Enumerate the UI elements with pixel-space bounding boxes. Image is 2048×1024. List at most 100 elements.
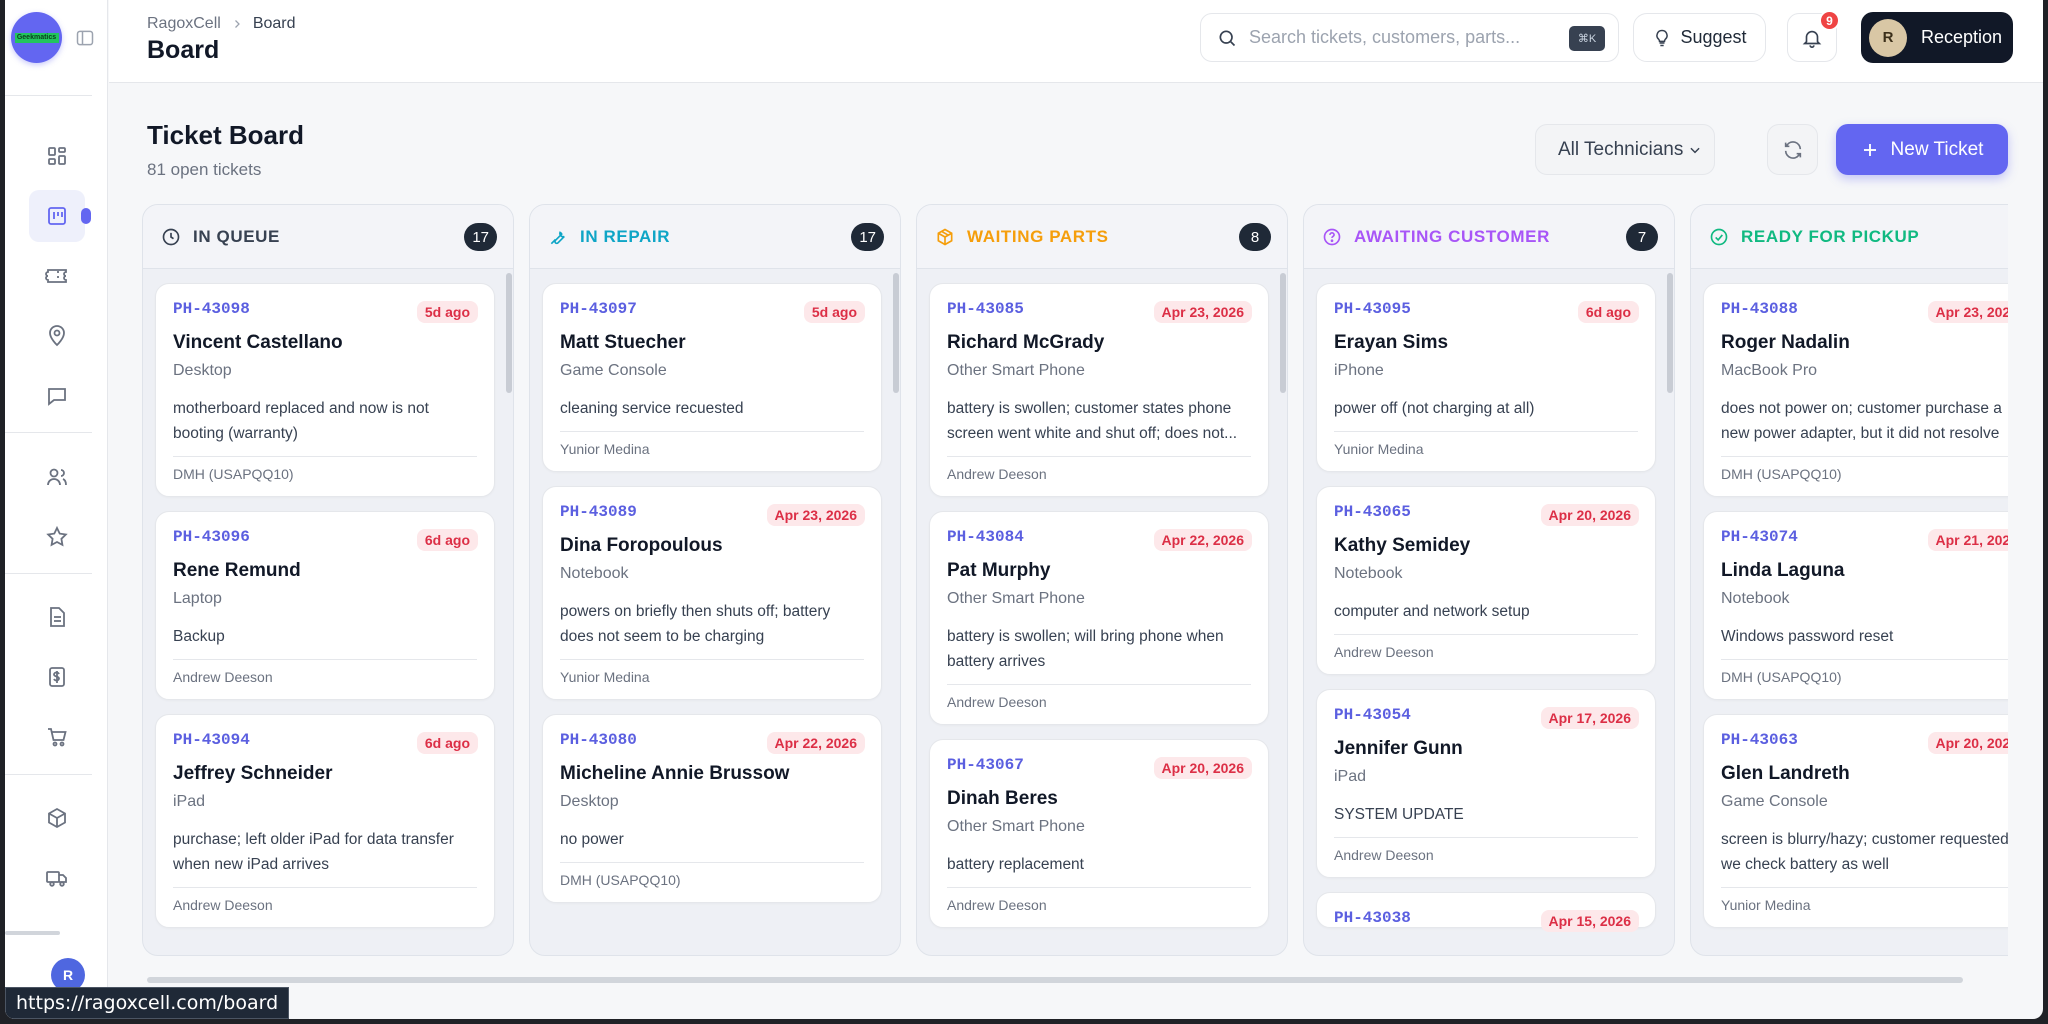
- ticket-card[interactable]: PH-43065 Apr 20, 2026 Kathy Semidey Noteboo…: [1316, 486, 1656, 675]
- column-header: READY FOR PICKUP 9: [1691, 205, 2008, 269]
- ticket-card[interactable]: PH-43095 6d ago Erayan Sims iPhone power off…: [1316, 283, 1656, 472]
- breadcrumb-root[interactable]: RagoxCell: [147, 15, 221, 33]
- column-scrollbar[interactable]: [1667, 273, 1673, 393]
- device-type: Notebook: [560, 565, 629, 582]
- assigned-technician: Andrew Deeson: [173, 659, 477, 699]
- customer-name: Matt Stuecher: [560, 332, 686, 353]
- column-scrollbar[interactable]: [506, 273, 512, 393]
- issue-description: purchase; left older iPad for data trans…: [173, 831, 454, 873]
- nav-customers[interactable]: [5, 451, 108, 503]
- nav-tickets[interactable]: [5, 250, 108, 302]
- ticket-card[interactable]: PH-43038 Apr 15, 2026: [1316, 892, 1656, 932]
- nav-documents[interactable]: [5, 591, 108, 643]
- column-in-repair: IN REPAIR 17 PH-43097 5d ago Matt Stuecher…: [529, 204, 901, 956]
- sidebar-divider: [5, 573, 92, 574]
- customer-name: Pat Murphy: [947, 560, 1051, 581]
- issue-description: does not power on; customer purchase a n…: [1721, 400, 2002, 442]
- sidebar-scrollbar[interactable]: [5, 931, 60, 935]
- column-title: WAITING PARTS: [967, 226, 1109, 246]
- column-title: AWAITING CUSTOMER: [1354, 226, 1550, 246]
- nav-shipping[interactable]: [5, 852, 108, 904]
- ticket-card[interactable]: PH-43094 6d ago Jeffrey Schneider iPad purch…: [155, 714, 495, 928]
- nav-inventory[interactable]: [5, 792, 108, 844]
- device-type: iPad: [173, 793, 206, 810]
- nav-messages[interactable]: [5, 370, 108, 422]
- customer-name: Vincent Castellano: [173, 332, 343, 353]
- card-list: PH-43085 Apr 23, 2026 Richard McGrady Other…: [929, 283, 1269, 942]
- chevron-down-icon: [1690, 147, 1700, 154]
- ticket-card[interactable]: PH-43088Apr 23, 2026Roger NadalinMacBook…: [1703, 283, 2008, 497]
- ticket-card[interactable]: PH-43089 Apr 23, 2026 Dina Foropoulous Note…: [542, 486, 882, 700]
- nav-orders[interactable]: [5, 711, 108, 763]
- issue-description: cleaning service recuested: [560, 400, 744, 417]
- nav-board[interactable]: [5, 190, 108, 242]
- nav-favorites[interactable]: [5, 511, 108, 563]
- customer-name: Dinah Beres: [947, 788, 1058, 809]
- column-scrollbar[interactable]: [1280, 273, 1286, 393]
- issue-description: no power: [560, 831, 624, 848]
- device-type: Other Smart Phone: [947, 818, 1085, 835]
- star-icon: [46, 525, 68, 547]
- assigned-technician: Andrew Deeson: [173, 887, 477, 927]
- link-status-bar: https://ragoxcell.com/board: [5, 987, 290, 1019]
- ticket-date-badge: Apr 22, 2026: [1153, 529, 1252, 551]
- notifications-button[interactable]: 9: [1787, 10, 1840, 62]
- issue-description: Backup: [173, 628, 225, 645]
- ticket-card[interactable]: PH-43085 Apr 23, 2026 Richard McGrady Other…: [929, 283, 1269, 497]
- nav-locations[interactable]: [5, 310, 108, 362]
- logo-text: Geekmatics: [14, 32, 59, 43]
- new-ticket-button[interactable]: New Ticket: [1836, 124, 2008, 175]
- suggest-button[interactable]: Suggest: [1633, 13, 1766, 62]
- card-list: PH-43088Apr 23, 2026Roger NadalinMacBook…: [1703, 283, 2008, 942]
- ticket-card[interactable]: PH-43084 Apr 22, 2026 Pat Murphy Other Smar…: [929, 511, 1269, 725]
- ticket-card[interactable]: PH-43098 5d ago Vincent Castellano Desktop m…: [155, 283, 495, 497]
- column-count: 17: [464, 223, 497, 251]
- column-header: IN REPAIR 17: [530, 205, 900, 269]
- technician-filter[interactable]: All Technicians: [1535, 124, 1715, 175]
- issue-description: battery is swollen; will bring phone whe…: [947, 628, 1224, 670]
- nav-dashboard[interactable]: [5, 130, 108, 182]
- ticket-card[interactable]: PH-43054 Apr 17, 2026 Jennifer Gunn iPad SYS…: [1316, 689, 1656, 878]
- ticket-date-badge: Apr 17, 2026: [1540, 707, 1639, 729]
- ticket-card[interactable]: PH-43063Apr 20, 2026Glen LandrethGame Co…: [1703, 714, 2008, 928]
- ticket-card[interactable]: PH-43097 5d ago Matt Stuecher Game Console c…: [542, 283, 882, 472]
- help-circle-icon: [1323, 228, 1341, 245]
- user-menu-button[interactable]: R Reception: [1861, 12, 2013, 63]
- customer-name: Jennifer Gunn: [1334, 738, 1463, 759]
- board-horizontal-scrollbar[interactable]: [147, 977, 1963, 983]
- technician-filter-value: All Technicians: [1558, 138, 1684, 160]
- ticket-icon: [45, 269, 67, 283]
- refresh-button[interactable]: [1767, 124, 1818, 175]
- column-title: IN QUEUE: [193, 226, 280, 246]
- ticket-card[interactable]: PH-43067 Apr 20, 2026 Dinah Beres Other Sma…: [929, 739, 1269, 928]
- ticket-card[interactable]: PH-43080 Apr 22, 2026 Micheline Annie Brus…: [542, 714, 882, 903]
- search-input[interactable]: [1249, 27, 1549, 48]
- column-ready-for-pickup: READY FOR PICKUP 9 PH-43088Apr 23, 2026R…: [1690, 204, 2008, 956]
- issue-description: computer and network setup: [1334, 603, 1530, 620]
- breadcrumb: RagoxCell Board: [147, 15, 296, 33]
- customer-name: Erayan Sims: [1334, 332, 1449, 353]
- board-title: Ticket Board: [147, 120, 305, 150]
- ticket-date-badge: Apr 23, 2026: [1927, 301, 2008, 323]
- sidebar-collapse-icon[interactable]: [75, 28, 95, 48]
- column-scrollbar[interactable]: [893, 273, 899, 393]
- nav-invoices[interactable]: [5, 651, 108, 703]
- assigned-technician: Yunior Medina: [1721, 887, 2008, 927]
- dashboard-icon: [48, 147, 66, 165]
- app-logo[interactable]: Geekmatics: [11, 12, 62, 63]
- assigned-technician: Yunior Medina: [560, 659, 864, 699]
- page-title: Board: [147, 36, 220, 64]
- column-header: IN QUEUE 17: [143, 205, 513, 269]
- nav-active-indicator: [81, 208, 91, 224]
- ticket-date-badge: Apr 21, 2026: [1927, 529, 2008, 551]
- assigned-technician: Andrew Deeson: [947, 456, 1251, 496]
- notification-badge: 9: [1819, 10, 1840, 31]
- package-icon: [937, 228, 953, 245]
- search-box[interactable]: ⌘K: [1200, 13, 1619, 62]
- ticket-card[interactable]: PH-43096 6d ago Rene Remund Laptop Backup And…: [155, 511, 495, 700]
- ticket-date-badge: 6d ago: [1577, 301, 1639, 323]
- column-in-queue: IN QUEUE 17 PH-43098 5d ago Vincent Castel…: [142, 204, 514, 956]
- device-type: Game Console: [1721, 793, 1828, 810]
- ticket-date-badge: Apr 20, 2026: [1927, 732, 2008, 754]
- ticket-card[interactable]: PH-43074Apr 21, 2026Linda LagunaNotebook…: [1703, 511, 2008, 700]
